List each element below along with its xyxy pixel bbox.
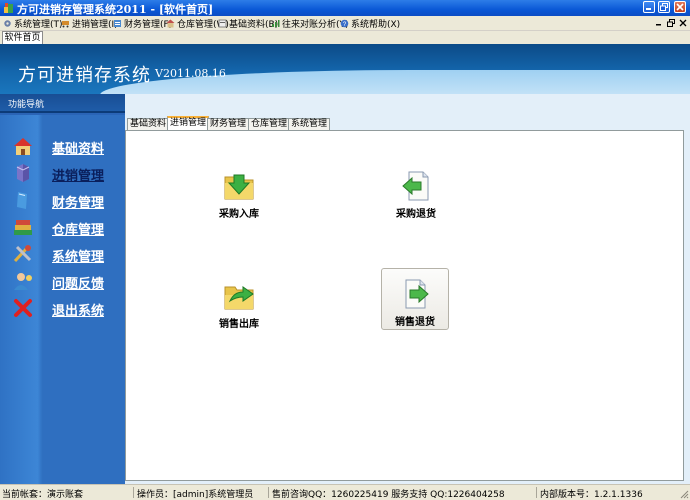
sidebar-item-label: 基础资料	[52, 142, 105, 157]
exit-icon	[14, 299, 32, 317]
sidebar-item-label: 问题反馈	[52, 277, 105, 292]
tab-purchase-sales[interactable]: 进销管理	[167, 116, 210, 131]
warehouse-icon	[166, 19, 175, 28]
menu-label: 系统管理(T)	[14, 20, 63, 30]
tools-icon	[13, 245, 32, 263]
restore-icon	[666, 19, 675, 27]
sidebar-item-label: 仓库管理	[52, 223, 105, 238]
sidebar-navigation: 功能导航 基础资料 进销管理 财务管理 仓库管理 系统管理 问题反馈 退出系统	[0, 94, 125, 484]
folder-down-arrow-icon	[224, 174, 254, 200]
menu-reconcile-analysis[interactable]: 往来对账分析(Y)	[271, 17, 349, 30]
title-bar: 方可进销存管理系统2011 - [软件首页]	[0, 0, 690, 16]
data-icon	[218, 19, 227, 28]
sidebar-item-label: 退出系统	[52, 304, 105, 319]
sidebar-item-label: 系统管理	[52, 250, 105, 265]
box-icon	[16, 164, 30, 182]
window-title: 方可进销存管理系统2011 - [软件首页]	[17, 3, 214, 16]
menu-label: 系统帮助(X)	[351, 20, 401, 30]
document-right-arrow-icon	[405, 279, 429, 309]
mdi-minimize-button[interactable]	[653, 18, 664, 28]
menu-label: 财务管理(F)	[124, 20, 173, 30]
purchase-in-label: 采购入库	[219, 209, 259, 220]
app-icon	[4, 3, 13, 13]
house-icon	[14, 138, 32, 155]
sidebar-item-finance[interactable]: 财务管理	[0, 190, 125, 212]
menu-label: 往来对账分析(Y)	[282, 20, 349, 30]
status-support-contact: 售前咨询QQ：1260225419 服务支持 QQ:1226404258	[272, 490, 505, 500]
sidebar-item-label: 财务管理	[52, 196, 105, 211]
folder-right-arrow-icon	[224, 286, 254, 310]
menu-finance[interactable]: 财务管理(F)	[113, 17, 172, 30]
restore-icon	[660, 3, 668, 11]
resize-grip-icon[interactable]	[679, 489, 689, 499]
menu-system[interactable]: 系统管理(T)	[3, 17, 63, 30]
user-icon	[14, 273, 32, 290]
purchase-return-button[interactable]: 采购退货	[382, 167, 450, 229]
books-icon	[14, 220, 32, 235]
sales-return-button[interactable]: 销售退货	[381, 268, 449, 330]
minimize-icon	[655, 24, 661, 26]
status-version: 内部版本号：1.2.1.1336	[540, 490, 643, 500]
cart-icon	[62, 21, 69, 28]
status-bar: 当前帐套：演示账套 操作员：[admin]系统管理员 售前咨询QQ：126022…	[0, 484, 690, 500]
menu-bar: 系统管理(T) 进销管理(I) 财务管理(F) 仓库管理(W) 基础资料(B) …	[0, 16, 690, 31]
sidebar-body: 基础资料 进销管理 财务管理 仓库管理 系统管理 问题反馈 退出系统	[0, 115, 125, 484]
minimize-icon	[646, 8, 651, 10]
menu-basic-data[interactable]: 基础资料(B)	[218, 17, 278, 30]
help-icon: ?	[340, 19, 349, 28]
restore-button[interactable]	[658, 1, 670, 13]
sales-out-label: 销售出库	[219, 319, 259, 330]
sidebar-item-label: 进销管理	[52, 169, 105, 184]
sales-return-label: 销售退货	[395, 317, 435, 328]
tab-software-home[interactable]: 软件首页	[2, 31, 43, 44]
app-version: V2011.08.16	[155, 67, 226, 80]
close-icon	[679, 19, 686, 27]
menu-help[interactable]: ? 系统帮助(X)	[340, 17, 400, 30]
sidebar-title: 功能导航	[8, 100, 45, 110]
function-panel: 采购入库 采购退货 销售出库 销售退货	[125, 130, 684, 481]
finance-icon	[114, 20, 121, 27]
status-operator: 操作员：[admin]系统管理员	[137, 490, 254, 500]
status-divider	[268, 487, 269, 498]
sidebar-item-warehouse[interactable]: 仓库管理	[0, 217, 125, 239]
app-title: 方可进销存系统	[18, 65, 151, 86]
close-button[interactable]	[674, 1, 686, 13]
purchase-return-label: 采购退货	[396, 209, 436, 220]
sidebar-item-system[interactable]: 系统管理	[0, 244, 125, 266]
purchase-in-button[interactable]: 采购入库	[205, 167, 273, 229]
gear-icon	[4, 20, 11, 27]
menu-purchase-sales[interactable]: 进销管理(I)	[61, 17, 118, 30]
menu-label: 进销管理(I)	[72, 20, 118, 30]
minimize-button[interactable]	[643, 1, 655, 13]
notebook-icon	[17, 192, 27, 209]
close-icon	[676, 3, 684, 11]
sidebar-item-exit[interactable]: 退出系统	[0, 298, 125, 320]
document-left-arrow-icon	[402, 171, 429, 201]
sidebar-header: 功能导航	[0, 94, 125, 113]
sales-out-button[interactable]: 销售出库	[205, 277, 273, 339]
sidebar-item-basic-data[interactable]: 基础资料	[0, 136, 125, 158]
sidebar-item-purchase-sales[interactable]: 进销管理	[0, 163, 125, 185]
sidebar-item-feedback[interactable]: 问题反馈	[0, 271, 125, 293]
status-divider	[133, 487, 134, 498]
document-tab-strip: 软件首页	[0, 31, 690, 44]
chart-icon	[272, 20, 280, 27]
mdi-close-button[interactable]	[677, 18, 688, 28]
status-divider	[536, 487, 537, 498]
mdi-restore-button[interactable]	[665, 18, 676, 28]
status-account: 当前帐套：演示账套	[2, 490, 84, 500]
